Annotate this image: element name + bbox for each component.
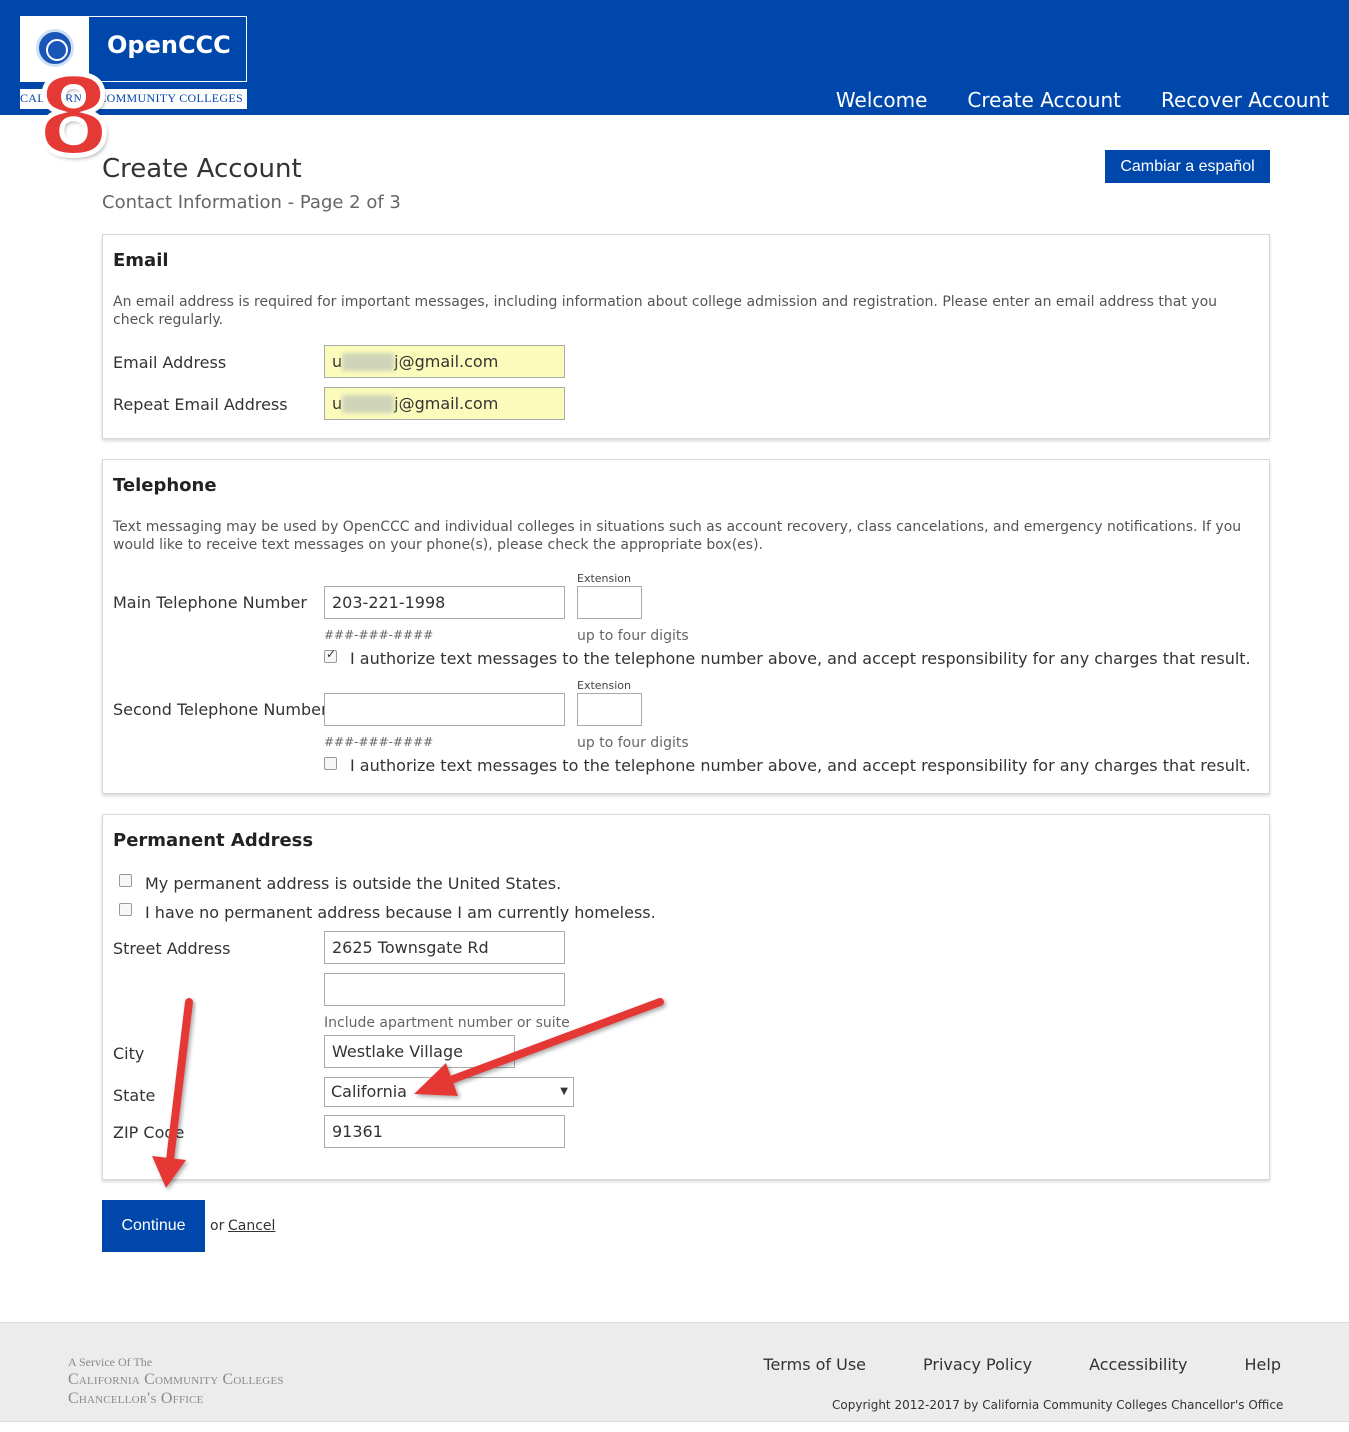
street-address-hint: Include apartment number or suite bbox=[324, 1015, 570, 1031]
footer-service-line: A Service Of The bbox=[68, 1355, 153, 1369]
telephone-panel: Telephone Text messaging may be used by … bbox=[102, 459, 1270, 794]
dropdown-caret-icon: ▼ bbox=[560, 1086, 568, 1097]
main-extension-label: Extension bbox=[577, 572, 632, 585]
state-selected-value: California bbox=[331, 1082, 407, 1101]
email-address-suffix: j@gmail.com bbox=[394, 352, 499, 371]
homeless-text: I have no permanent address because I am… bbox=[145, 903, 656, 922]
permanent-address-panel: Permanent Address My permanent address i… bbox=[102, 814, 1270, 1180]
street-address-label: Street Address bbox=[113, 939, 231, 958]
second-telephone-input[interactable] bbox=[324, 693, 565, 726]
site-footer: A Service Of The California Community Co… bbox=[0, 1322, 1349, 1422]
second-extension-hint: up to four digits bbox=[577, 735, 689, 751]
repeat-email-suffix: j@gmail.com bbox=[394, 394, 499, 413]
email-address-label: Email Address bbox=[113, 353, 227, 372]
telephone-description: Text messaging may be used by OpenCCC an… bbox=[113, 519, 1242, 553]
nav-create-account[interactable]: Create Account bbox=[967, 88, 1121, 112]
main-authorize-text: I authorize text messages to the telepho… bbox=[350, 649, 1251, 668]
nav-welcome[interactable]: Welcome bbox=[836, 88, 927, 112]
second-telephone-format-hint: ###-###-#### bbox=[324, 735, 434, 749]
second-authorize-checkbox[interactable] bbox=[324, 757, 337, 770]
footer-help-link[interactable]: Help bbox=[1245, 1355, 1281, 1374]
outside-us-text: My permanent address is outside the Unit… bbox=[145, 874, 562, 893]
email-address-input[interactable]: u j@gmail.com bbox=[324, 345, 565, 378]
repeat-email-input[interactable]: u j@gmail.com bbox=[324, 387, 565, 420]
continue-button[interactable]: Continue bbox=[102, 1200, 205, 1252]
city-input[interactable]: Westlake Village bbox=[324, 1035, 515, 1068]
nav-recover-account[interactable]: Recover Account bbox=[1161, 88, 1329, 112]
or-text: or bbox=[210, 1218, 225, 1234]
footer-accessibility-link[interactable]: Accessibility bbox=[1089, 1355, 1187, 1374]
main-authorize-checkbox[interactable] bbox=[324, 647, 337, 663]
second-extension-label: Extension bbox=[577, 679, 632, 692]
page-subtitle: Contact Information - Page 2 of 3 bbox=[102, 192, 401, 213]
zip-code-input[interactable]: 91361 bbox=[324, 1115, 565, 1148]
state-label: State bbox=[113, 1086, 156, 1105]
redaction-blur bbox=[342, 353, 394, 371]
city-label: City bbox=[113, 1044, 145, 1063]
address-heading: Permanent Address bbox=[113, 830, 314, 851]
language-toggle-button[interactable]: Cambiar a español bbox=[1105, 150, 1270, 183]
main-telephone-label: Main Telephone Number bbox=[113, 593, 307, 612]
outside-us-checkbox[interactable] bbox=[119, 874, 132, 887]
footer-privacy-link[interactable]: Privacy Policy bbox=[923, 1355, 1032, 1374]
footer-terms-link[interactable]: Terms of Use bbox=[763, 1355, 866, 1374]
footer-links: Terms of Use Privacy Policy Accessibilit… bbox=[763, 1355, 1281, 1374]
homeless-checkbox[interactable] bbox=[119, 903, 132, 916]
site-header: OpenCCC CALIFORNIA COMMUNITY COLLEGES We… bbox=[0, 0, 1349, 115]
main-nav: Welcome Create Account Recover Account bbox=[836, 88, 1329, 112]
email-address-prefix: u bbox=[332, 352, 343, 371]
email-heading: Email bbox=[113, 250, 169, 271]
main-telephone-input[interactable]: 203-221-1998 bbox=[324, 586, 565, 619]
main-extension-input[interactable] bbox=[577, 586, 642, 619]
page-title: Create Account bbox=[102, 154, 302, 184]
main-telephone-format-hint: ###-###-#### bbox=[324, 628, 434, 642]
street-address-input[interactable]: 2625 Townsgate Rd bbox=[324, 931, 565, 964]
step-number-badge: 8 bbox=[33, 55, 113, 180]
footer-copyright: Copyright 2012-2017 by California Commun… bbox=[832, 1398, 1284, 1412]
footer-logo: A Service Of The California Community Co… bbox=[68, 1355, 284, 1408]
cancel-link[interactable]: Cancel bbox=[228, 1218, 275, 1234]
email-description: An email address is required for importa… bbox=[113, 294, 1218, 328]
email-panel: Email An email address is required for i… bbox=[102, 234, 1270, 439]
zip-code-label: ZIP Code bbox=[113, 1123, 185, 1142]
second-telephone-label: Second Telephone Number bbox=[113, 700, 328, 719]
repeat-email-label: Repeat Email Address bbox=[113, 395, 288, 414]
redaction-blur bbox=[342, 395, 394, 413]
second-authorize-text: I authorize text messages to the telepho… bbox=[350, 756, 1251, 775]
main-extension-hint: up to four digits bbox=[577, 628, 689, 644]
footer-org-line1: California Community Colleges bbox=[68, 1371, 284, 1388]
repeat-email-prefix: u bbox=[332, 394, 343, 413]
telephone-heading: Telephone bbox=[113, 475, 217, 496]
state-select[interactable]: California ▼ bbox=[324, 1077, 574, 1107]
footer-org-line2: Chancellor's Office bbox=[68, 1390, 204, 1407]
street-address-line2-input[interactable] bbox=[324, 973, 565, 1006]
logo-text: OpenCCC bbox=[107, 31, 231, 59]
second-extension-input[interactable] bbox=[577, 693, 642, 726]
